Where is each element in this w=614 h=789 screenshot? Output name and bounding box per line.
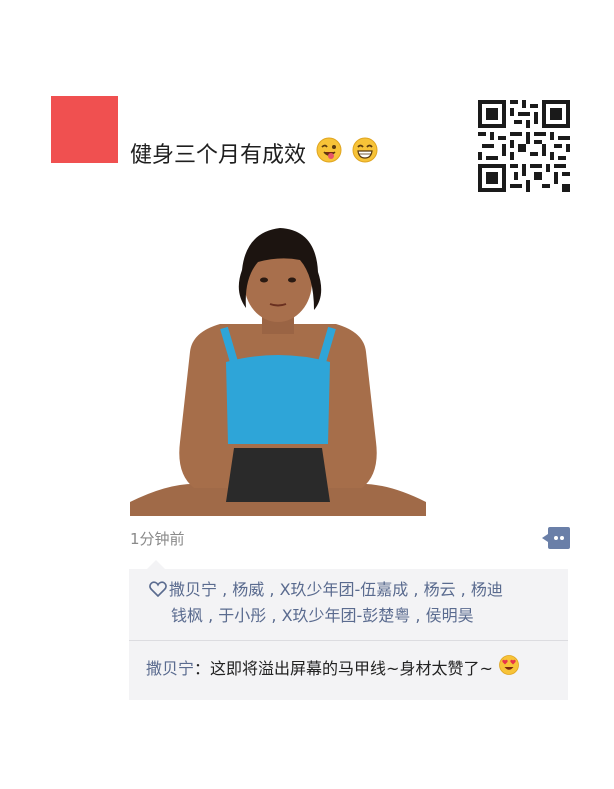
post-text-content: 健身三个月有成效 xyxy=(130,143,307,168)
separator: , xyxy=(264,580,275,599)
grinning-emoji-icon xyxy=(352,137,378,169)
likes-line-1: 撒贝宁 , 杨威 , X玖少年团-伍嘉成 , 杨云 , 杨迪 xyxy=(149,577,554,603)
divider xyxy=(129,640,568,641)
separator: , xyxy=(455,580,466,599)
like-name[interactable]: 杨云 xyxy=(424,580,456,599)
like-name[interactable]: 杨威 xyxy=(232,580,264,599)
separator: , xyxy=(266,606,277,625)
like-name[interactable]: X玖少年团-伍嘉成 xyxy=(280,580,409,599)
interaction-panel: 撒贝宁 , 杨威 , X玖少年团-伍嘉成 , 杨云 , 杨迪 钱枫 , 于小彤 … xyxy=(129,560,568,700)
heart-eyes-emoji-icon xyxy=(498,655,519,683)
moments-post: 健身三个月有成效 1分钟前 撒贝宁 , 杨威 , X玖少年团-伍嘉成 , 杨云 … xyxy=(0,0,614,789)
post-text: 健身三个月有成效 xyxy=(130,137,378,169)
separator: , xyxy=(217,580,228,599)
separator: , xyxy=(408,580,419,599)
heart-icon xyxy=(149,579,167,598)
likes-list: 撒贝宁 , 杨威 , X玖少年团-伍嘉成 , 杨云 , 杨迪 钱枫 , 于小彤 … xyxy=(149,577,554,629)
like-name[interactable]: 钱枫 xyxy=(171,606,203,625)
like-name[interactable]: 于小彤 xyxy=(218,606,266,625)
like-name[interactable]: 侯明昊 xyxy=(426,606,474,625)
like-name[interactable]: 撒贝宁 xyxy=(169,580,217,599)
post-photo[interactable] xyxy=(130,212,426,516)
separator: , xyxy=(410,606,421,625)
post-timestamp: 1分钟前 xyxy=(130,530,185,548)
separator: , xyxy=(203,606,214,625)
comment-text: 这即将溢出屏幕的马甲线~身材太赞了~ xyxy=(210,659,493,678)
comment-button[interactable] xyxy=(540,527,570,549)
comment-colon: ： xyxy=(194,659,211,678)
avatar[interactable] xyxy=(51,96,118,163)
like-name[interactable]: X玖少年团-彭楚粤 xyxy=(282,606,411,625)
comment-author[interactable]: 撒贝宁 xyxy=(146,656,194,682)
likes-line-2: 钱枫 , 于小彤 , X玖少年团-彭楚粤 , 侯明昊 xyxy=(149,603,554,629)
like-name[interactable]: 杨迪 xyxy=(471,580,503,599)
winking-tongue-emoji-icon xyxy=(316,137,342,169)
qr-code-image xyxy=(478,100,570,192)
comment-item[interactable]: 撒贝宁：这即将溢出屏幕的马甲线~身材太赞了~ xyxy=(146,655,561,683)
